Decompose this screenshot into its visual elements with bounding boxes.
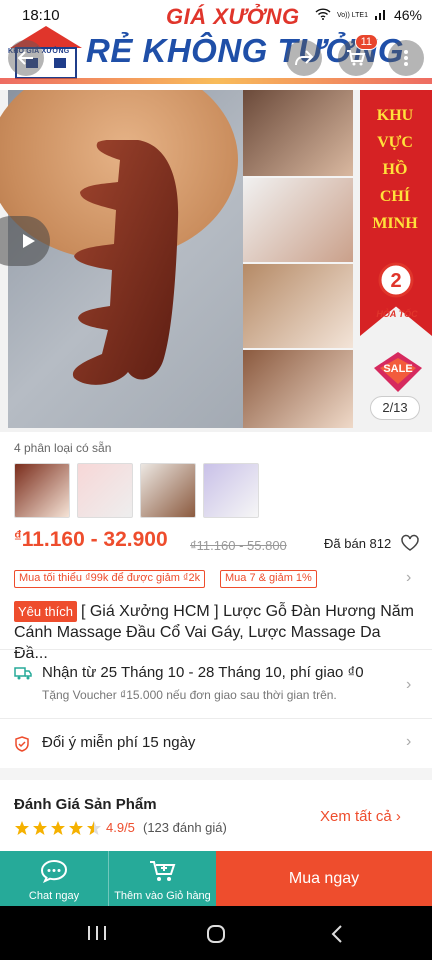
product-title: Yêu thích[ Giá Xưởng HCM ] Lược Gỗ Đàn H… — [14, 601, 414, 662]
wifi-icon — [315, 7, 331, 23]
see-all-reviews-link[interactable]: Xem tất cả › — [320, 808, 401, 825]
svg-text:2: 2 — [390, 270, 401, 292]
chevron-right-icon[interactable]: › — [406, 569, 411, 587]
chevron-right-icon: › — [395, 808, 401, 825]
reviews-title: Đánh Giá Sản Phẩm — [14, 796, 157, 813]
rating-count: (123 đánh giá) — [143, 820, 227, 835]
system-nav-bar — [0, 906, 432, 960]
status-time: 18:10 — [22, 7, 60, 24]
cart-count-badge: 11 — [354, 34, 378, 50]
chat-now-button[interactable]: Chat ngay — [0, 851, 108, 906]
home-icon — [207, 925, 225, 943]
svg-text:SALE: SALE — [383, 363, 412, 375]
cart-icon — [347, 50, 366, 66]
cart-button[interactable]: 11 — [338, 34, 378, 76]
battery-level: 46% — [393, 7, 422, 23]
chevron-right-icon[interactable]: › — [406, 733, 411, 751]
rating-score: 4.9/5 — [106, 820, 135, 835]
sale-diamond-icon: SALE — [374, 352, 422, 392]
arrow-left-icon — [17, 51, 33, 65]
section-gap — [0, 768, 432, 780]
chevron-right-icon[interactable]: › — [406, 676, 411, 694]
region-tag-text: KHU VỰC HỒ CHÍ MINH — [372, 107, 418, 232]
play-video-button[interactable] — [0, 216, 50, 266]
signal-icon — [374, 7, 388, 23]
add-to-cart-button[interactable]: Thêm vào Giỏ hàng — [108, 851, 216, 906]
comb-illustration — [72, 140, 179, 385]
variant-thumb[interactable] — [203, 463, 259, 518]
add-cart-icon — [150, 861, 176, 881]
heart-icon — [401, 534, 419, 551]
shipping-voucher-note: Tặng Voucher ₫15.000 nếu đơn giao sau th… — [42, 688, 337, 702]
star-rating-icon — [15, 821, 101, 835]
product-image-gallery[interactable]: KHU VỰC HỒ CHÍ MINH 2 HỎA TỐC SALE 2/13 — [0, 90, 432, 432]
back-nav-button[interactable] — [330, 924, 344, 949]
home-button[interactable] — [206, 924, 226, 949]
divider — [0, 718, 432, 719]
variant-thumb[interactable] — [14, 463, 70, 518]
promo-bundle[interactable]: Mua 7 & giảm 1% — [220, 570, 317, 588]
add-cart-label: Thêm vào Giỏ hàng — [114, 890, 211, 902]
banner-stripe — [0, 78, 432, 84]
original-price: ₫11.160 - 55.800 — [190, 538, 287, 553]
chevron-left-icon — [331, 925, 342, 943]
divider — [0, 649, 432, 650]
share-icon — [295, 50, 314, 66]
recent-apps-icon — [88, 926, 106, 940]
status-indicators: Vo)) LTE1 46% — [315, 7, 422, 23]
fast-delivery-badge: 2 HỎA TỐC — [372, 260, 422, 320]
image-counter: 2/13 — [370, 396, 420, 420]
play-icon — [23, 234, 35, 248]
product-main-image — [0, 90, 243, 428]
more-vertical-icon — [404, 50, 408, 66]
network-label: Vo)) LTE1 — [336, 11, 368, 19]
favorite-badge: Yêu thích — [14, 601, 77, 622]
side-photo-column — [243, 90, 353, 428]
shield-check-icon — [14, 736, 30, 757]
sold-count: Đã bán 812 — [324, 536, 392, 551]
banner-headline: GIÁ XƯỞNG — [166, 4, 300, 29]
chat-icon — [40, 859, 68, 883]
variants-label: 4 phân loại có sẵn — [14, 441, 112, 455]
return-policy[interactable]: Đổi ý miễn phí 15 ngày — [42, 734, 195, 751]
clock-icon: 2 — [378, 262, 414, 298]
more-button[interactable] — [388, 40, 424, 76]
favorite-button[interactable] — [400, 534, 420, 557]
shipping-estimate[interactable]: Nhận từ 25 Tháng 10 - 28 Tháng 10, phí g… — [42, 664, 364, 681]
price-range: ₫11.160 - 32.900 — [14, 528, 168, 551]
truck-icon — [14, 666, 32, 685]
share-button[interactable] — [286, 40, 322, 76]
back-button[interactable] — [8, 40, 44, 76]
chat-label: Chat ngay — [28, 890, 80, 902]
variant-thumb[interactable] — [140, 463, 196, 518]
rating-stars — [14, 820, 102, 836]
variant-thumb[interactable] — [77, 463, 133, 518]
promo-voucher[interactable]: Mua tối thiểu ₫99k để được giảm ₫2k — [14, 570, 206, 588]
sale-tag: SALE — [372, 350, 424, 394]
recent-apps-button[interactable] — [86, 924, 108, 947]
buy-now-button[interactable]: Mua ngay — [216, 851, 432, 906]
